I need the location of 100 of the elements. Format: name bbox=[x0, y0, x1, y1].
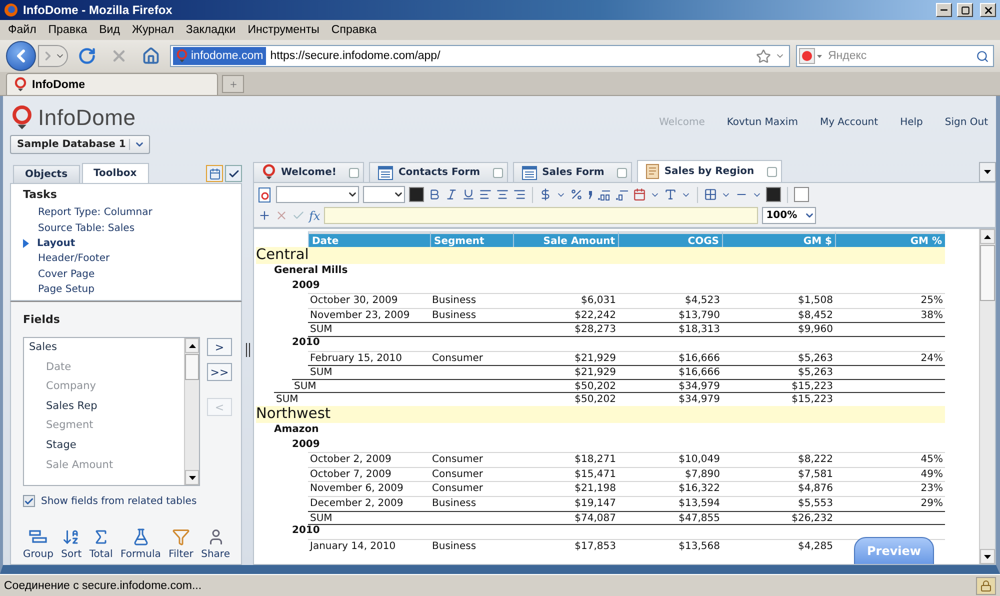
task-link[interactable]: Page Setup bbox=[23, 282, 241, 298]
menu-item[interactable]: Журнал bbox=[126, 24, 180, 36]
tool-button[interactable]: Formula bbox=[120, 528, 161, 560]
task-link[interactable]: Header/Footer bbox=[23, 251, 241, 267]
function-label[interactable]: fx bbox=[309, 208, 320, 222]
document-tab[interactable]: Welcome! bbox=[253, 162, 364, 182]
bookmark-star-icon[interactable] bbox=[756, 48, 771, 64]
table-cell-text: November 6, 2009 bbox=[309, 482, 404, 496]
design-view-icon[interactable] bbox=[206, 165, 223, 182]
table-cell-text: $1,508 bbox=[797, 294, 834, 308]
database-dropdown[interactable]: Sample Database 1 bbox=[10, 135, 150, 154]
total-cell-text: $9,960 bbox=[797, 323, 834, 337]
panel-tab[interactable]: Objects bbox=[13, 165, 80, 183]
document-tab[interactable]: Sales Form bbox=[513, 162, 632, 182]
checkbox-label[interactable]: Show fields from related tables bbox=[41, 496, 197, 506]
site-badge[interactable]: infodome.com bbox=[173, 47, 266, 65]
back-button[interactable] bbox=[6, 41, 36, 71]
total-cell-text: $15,223 bbox=[790, 380, 834, 394]
search-box[interactable]: Яндекс bbox=[796, 45, 994, 67]
italic-icon[interactable] bbox=[445, 188, 458, 201]
down-arrow-icon[interactable] bbox=[984, 170, 991, 174]
panel-tab[interactable]: Toolbox bbox=[82, 163, 149, 183]
address-field[interactable]: infodome.com https://secure.infodome.com/app/ bbox=[170, 45, 790, 67]
menu-item[interactable]: Правка bbox=[42, 24, 94, 36]
align-left-icon[interactable] bbox=[479, 188, 492, 201]
task-link[interactable]: Report Type: Columnar bbox=[23, 205, 241, 220]
document-tab[interactable]: Sales by Region bbox=[637, 160, 782, 182]
logo-icon bbox=[14, 77, 27, 92]
formula-input[interactable] bbox=[324, 207, 758, 224]
window-title: InfoDome - Mozilla Firefox bbox=[23, 3, 174, 17]
table-item[interactable]: Sales bbox=[29, 341, 184, 361]
underline-icon[interactable] bbox=[462, 188, 475, 201]
header-link[interactable]: My Account bbox=[820, 117, 878, 128]
report-settings-icon[interactable] bbox=[258, 186, 272, 202]
maximize-button[interactable] bbox=[957, 3, 973, 17]
table-cell-text: $5,553 bbox=[797, 496, 834, 510]
column-header: Segment bbox=[430, 231, 513, 247]
tabs-menu-button[interactable] bbox=[979, 162, 996, 182]
close-button[interactable] bbox=[980, 3, 996, 17]
menu-item[interactable]: Закладки bbox=[180, 24, 242, 36]
user-link[interactable]: Kovtun Maxim bbox=[726, 117, 798, 128]
document-tab[interactable]: Contacts Form bbox=[369, 162, 508, 182]
tool-button[interactable]: Share bbox=[201, 528, 230, 560]
table-cell-text: $21,929 bbox=[574, 352, 617, 366]
header-link[interactable]: Sign Out bbox=[944, 117, 988, 128]
tool-button[interactable]: Sort bbox=[61, 528, 82, 560]
total-cell-text: $50,202 bbox=[574, 393, 617, 407]
align-right-icon[interactable] bbox=[513, 188, 526, 201]
menu-item[interactable]: Файл bbox=[2, 24, 42, 36]
borders-icon[interactable] bbox=[704, 188, 717, 201]
task-link[interactable]: Source Table: Sales bbox=[23, 220, 241, 236]
calendar-icon[interactable] bbox=[633, 188, 646, 201]
tool-button[interactable]: Total bbox=[89, 528, 113, 560]
fill-color-swatch[interactable] bbox=[794, 187, 809, 202]
dollar-icon[interactable] bbox=[539, 188, 552, 201]
task-link[interactable]: Cover Page bbox=[23, 266, 241, 282]
checklist-icon[interactable] bbox=[225, 165, 242, 182]
checkbox[interactable] bbox=[23, 495, 35, 507]
sum-label: SUM bbox=[309, 323, 334, 337]
table-cell-text: November 23, 2009 bbox=[309, 308, 411, 322]
scrollbar[interactable] bbox=[979, 229, 995, 564]
comma-icon[interactable] bbox=[587, 190, 593, 200]
field-item[interactable]: Sales Rep bbox=[29, 400, 184, 420]
down-arrow-icon[interactable] bbox=[188, 476, 196, 480]
menu-item[interactable]: Инструменты bbox=[242, 24, 326, 36]
move-button[interactable]: >> bbox=[207, 363, 232, 381]
align-center-icon[interactable] bbox=[496, 188, 509, 201]
search-engine-icon[interactable] bbox=[799, 48, 823, 64]
move-button[interactable]: > bbox=[207, 338, 232, 356]
decrease-decimal-icon[interactable] bbox=[615, 188, 629, 200]
menu-item[interactable]: Вид bbox=[93, 24, 126, 36]
scroll-thumb[interactable] bbox=[980, 245, 995, 301]
search-icon[interactable] bbox=[976, 50, 989, 62]
total-cell-text: $5,263 bbox=[797, 366, 834, 380]
report-icon bbox=[646, 164, 660, 179]
border-color-swatch[interactable] bbox=[766, 187, 781, 202]
increase-decimal-icon[interactable] bbox=[597, 188, 611, 200]
table-cell-text: $22,242 bbox=[574, 308, 617, 322]
insert-field-icon[interactable] bbox=[258, 209, 271, 222]
text-color-swatch[interactable] bbox=[409, 187, 424, 202]
minimize-button[interactable] bbox=[936, 3, 952, 17]
text-style-icon[interactable] bbox=[664, 188, 677, 201]
down-arrow-icon[interactable] bbox=[984, 554, 991, 558]
field-item[interactable]: Stage bbox=[29, 438, 184, 459]
task-link[interactable]: Layout bbox=[23, 236, 241, 252]
percent-icon[interactable] bbox=[570, 188, 583, 201]
up-arrow-icon[interactable] bbox=[188, 344, 196, 348]
status-text: Соединение с secure.infodome.com... bbox=[4, 580, 203, 592]
scrollbar[interactable] bbox=[184, 338, 199, 485]
up-arrow-icon[interactable] bbox=[984, 234, 991, 238]
tool-button[interactable]: Group bbox=[23, 528, 54, 560]
total-cell-text: $21,929 bbox=[574, 366, 617, 380]
browser-tab[interactable]: InfoDome bbox=[6, 73, 218, 95]
table-cell-text: October 2, 2009 bbox=[309, 453, 392, 467]
scroll-thumb[interactable] bbox=[185, 354, 199, 380]
header-link[interactable]: Help bbox=[900, 117, 923, 128]
zoom-dropdown[interactable]: 100% bbox=[762, 207, 816, 224]
bold-icon[interactable] bbox=[428, 188, 441, 201]
menu-item[interactable]: Справка bbox=[325, 24, 383, 36]
tool-button[interactable]: Filter bbox=[168, 528, 194, 560]
